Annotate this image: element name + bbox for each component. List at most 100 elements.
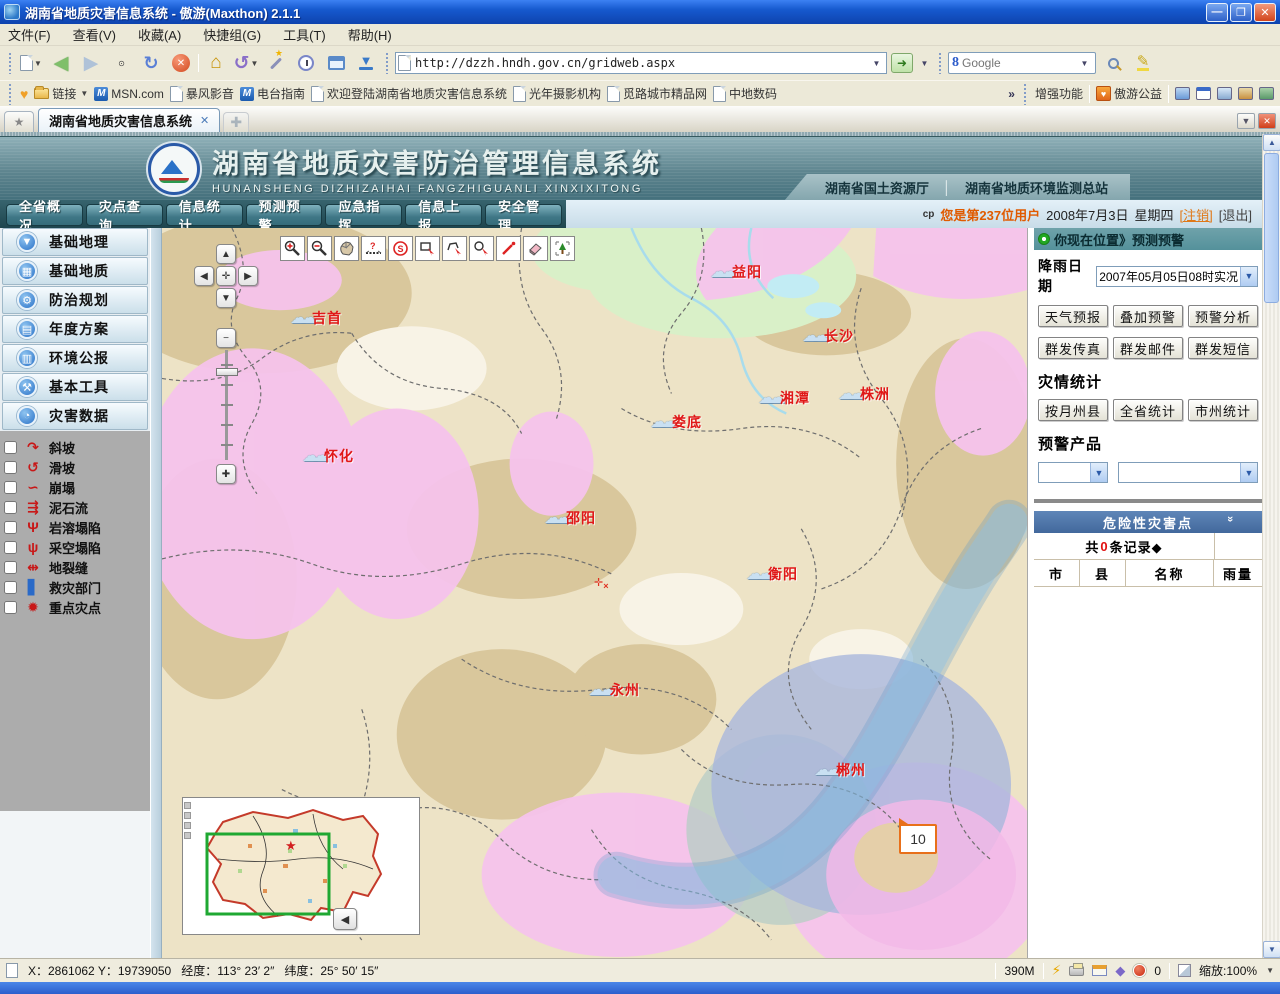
city-marker-hengyang[interactable]: ☁☁衡阳	[746, 564, 798, 584]
bookmark-baofeng[interactable]: 暴风影音	[170, 85, 234, 102]
menu-tools[interactable]: 工具(T)	[283, 25, 326, 44]
enhance-features-link[interactable]: 增强功能	[1035, 85, 1083, 102]
bookmark-folder-links[interactable]: 链接▼	[34, 85, 88, 102]
overview-map[interactable]: ★	[193, 804, 393, 928]
menu-view[interactable]: 查看(V)	[73, 25, 116, 44]
weather-forecast-button[interactable]: 天气预报	[1038, 305, 1108, 327]
city-marker-xiangtan[interactable]: ☁☁湘潭	[758, 388, 810, 408]
address-input[interactable]	[415, 56, 865, 70]
layer-checkbox-mining-subsidence[interactable]	[4, 541, 17, 554]
history-button[interactable]	[293, 50, 319, 76]
layer-checkbox-karst-subsidence[interactable]	[4, 521, 17, 534]
city-marker-yongzhou[interactable]: ☁☁永州	[588, 680, 640, 700]
link-geo-env-monitor-station[interactable]: 湖南省地质环境监测总站	[965, 178, 1108, 197]
collapse-chevron-icon[interactable]: »	[1224, 516, 1236, 524]
stop-button[interactable]: ✕	[168, 50, 194, 76]
zoom-in-tool-button[interactable]	[280, 236, 305, 261]
pan-tool-button[interactable]	[334, 236, 359, 261]
go-dropdown-button[interactable]: ▼	[917, 54, 932, 72]
magic-fill-button[interactable]	[263, 50, 289, 76]
messenger-icon[interactable]	[1175, 87, 1190, 100]
zoom-in-step-button[interactable]: ✚	[216, 464, 236, 484]
menu-groups[interactable]: 快捷组(G)	[203, 25, 261, 44]
notes-icon[interactable]	[1217, 87, 1232, 100]
logout-link[interactable]: [注销]	[1180, 205, 1213, 224]
product-type-select[interactable]: ▼	[1038, 462, 1108, 483]
layer-checkbox-rescue-dept[interactable]	[4, 581, 17, 594]
measure-tool-button[interactable]: ?	[361, 236, 386, 261]
rect-select-tool-button[interactable]	[415, 236, 440, 261]
new-page-button[interactable]: ▼	[18, 50, 44, 76]
city-marker-loudi[interactable]: ☁☁娄底	[650, 412, 702, 432]
search-input[interactable]	[962, 56, 1074, 70]
overview-collapse-button[interactable]: ◀	[333, 908, 357, 930]
sidebar-item-env-bulletin[interactable]: ▥环境公报	[2, 344, 148, 372]
search-engine-dropdown[interactable]: ▼	[1077, 54, 1092, 72]
refresh-button[interactable]: ↻	[138, 50, 164, 76]
bookmark-photo-studio[interactable]: 光年摄影机构	[513, 85, 601, 102]
bookmark-city-boutique[interactable]: 觅路城市精品网	[607, 85, 707, 102]
scroll-down-button[interactable]: ▼	[1263, 941, 1280, 958]
mass-fax-button[interactable]: 群发传真	[1038, 337, 1108, 359]
scrollbar-thumb[interactable]	[1264, 153, 1279, 303]
city-stats-button[interactable]: 市州统计	[1188, 399, 1258, 421]
tab-active[interactable]: 湖南省地质灾害信息系统 ✕	[38, 108, 220, 132]
tab-list-button[interactable]: ▼	[1237, 113, 1255, 129]
city-marker-huaihua[interactable]: ☁☁怀化	[302, 446, 354, 466]
full-extent-tool-button[interactable]	[550, 236, 575, 261]
layer-checkbox-slope[interactable]	[4, 441, 17, 454]
go-button[interactable]: ➜	[891, 53, 913, 73]
province-stats-button[interactable]: 全省统计	[1113, 399, 1183, 421]
sidebar-item-prevention-plan[interactable]: ⚙防治规划	[2, 286, 148, 314]
eraser-tool-button[interactable]	[523, 236, 548, 261]
download-button[interactable]: ▼	[353, 50, 379, 76]
warning-analysis-button[interactable]: 预警分析	[1188, 305, 1258, 327]
home-button[interactable]: ⌂	[203, 50, 229, 76]
nav-tab-emergency-command[interactable]: 应急指挥	[325, 204, 402, 226]
bookmark-radio-guide[interactable]: M电台指南	[240, 85, 305, 102]
window-panel-icon[interactable]	[1196, 87, 1211, 100]
address-dropdown-button[interactable]: ▼	[869, 54, 884, 72]
layer-checkbox-landslide[interactable]	[4, 461, 17, 474]
mass-sms-button[interactable]: 群发短信	[1188, 337, 1258, 359]
minimize-button[interactable]: —	[1206, 3, 1228, 22]
draw-line-tool-button[interactable]	[496, 236, 521, 261]
rain-date-select[interactable]: 2007年05月05日08时实况 ▼	[1096, 266, 1258, 287]
scale-tool-button[interactable]: S	[388, 236, 413, 261]
city-marker-yiyang[interactable]: ☁☁益阳	[710, 262, 762, 282]
blocked-popup-icon[interactable]	[1133, 964, 1146, 977]
sidebar-item-base-geology[interactable]: ▦基础地质	[2, 257, 148, 285]
city-marker-shaoyang[interactable]: ☁☁邵阳	[544, 508, 596, 528]
link-land-resources-dept[interactable]: 湖南省国土资源厅	[825, 178, 929, 197]
mass-email-button[interactable]: 群发邮件	[1113, 337, 1183, 359]
snap-window-icon[interactable]	[1092, 965, 1107, 976]
sidebar-item-disaster-data[interactable]: ◔灾害数据	[2, 402, 148, 430]
layer-checkbox-key-sites[interactable]	[4, 601, 17, 614]
circle-select-tool-button[interactable]	[469, 236, 494, 261]
printer-icon[interactable]	[1069, 966, 1084, 976]
scroll-up-button[interactable]: ▲	[1263, 134, 1280, 151]
zoom-slider-handle[interactable]	[216, 368, 238, 376]
back-button[interactable]: ◀	[48, 50, 74, 76]
warning-flag-marker[interactable]: 10	[899, 824, 937, 854]
layer-checkbox-ground-fissure[interactable]	[4, 561, 17, 574]
exit-link[interactable]: [退出]	[1219, 205, 1252, 224]
city-marker-zhuzhou[interactable]: ☁☁株洲	[838, 384, 890, 404]
danger-points-header[interactable]: 危险性灾害点 »	[1034, 511, 1262, 533]
bookmark-zhongdi[interactable]: 中地数码	[713, 85, 777, 102]
pan-right-button[interactable]: ▶	[238, 266, 258, 286]
sidebar-item-annual-plan[interactable]: ▤年度方案	[2, 315, 148, 343]
pan-left-button[interactable]: ◀	[194, 266, 214, 286]
grid-icon[interactable]	[1259, 87, 1274, 100]
bookmark-msn[interactable]: MMSN.com	[94, 87, 164, 101]
sidebar-item-basic-tools[interactable]: ⚒基本工具	[2, 373, 148, 401]
menu-help[interactable]: 帮助(H)	[348, 25, 392, 44]
forward-button[interactable]: ▶	[78, 50, 104, 76]
sidebar-item-base-geography[interactable]: ▼基础地理	[2, 228, 148, 256]
zoom-out-tool-button[interactable]	[307, 236, 332, 261]
favorites-heart-icon[interactable]: ♥	[20, 86, 28, 102]
resize-page-icon[interactable]	[1178, 964, 1191, 977]
page-scrollbar[interactable]: ▲ ▼	[1262, 134, 1280, 958]
pan-center-button[interactable]: ✛	[216, 266, 236, 286]
chevron-down-icon[interactable]: ▼	[1090, 463, 1107, 482]
